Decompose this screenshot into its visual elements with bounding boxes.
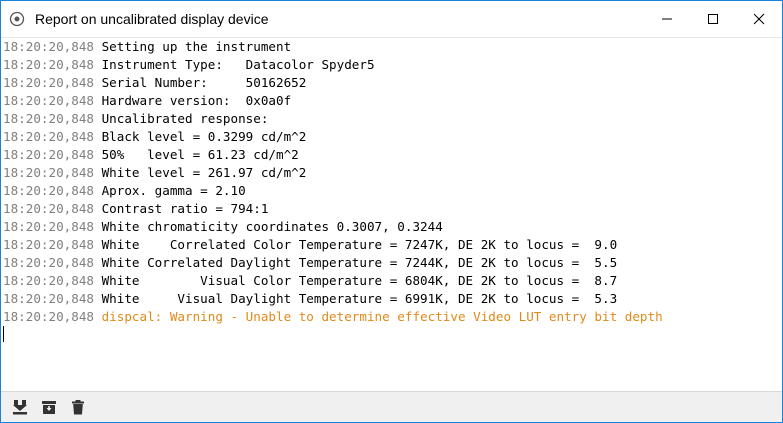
log-timestamp: 18:20:20,848 bbox=[3, 165, 94, 180]
log-message: Serial Number: 50162652 bbox=[101, 75, 307, 90]
log-line: 18:20:20,848 50% level = 61.23 cd/m^2 bbox=[3, 146, 782, 164]
log-timestamp: 18:20:20,848 bbox=[3, 255, 94, 270]
log-message: White level = 261.97 cd/m^2 bbox=[101, 165, 307, 180]
log-timestamp: 18:20:20,848 bbox=[3, 93, 94, 108]
log-timestamp: 18:20:20,848 bbox=[3, 129, 94, 144]
app-icon bbox=[9, 11, 25, 27]
log-line: 18:20:20,848 Hardware version: 0x0a0f bbox=[3, 92, 782, 110]
log-message: Aprox. gamma = 2.10 bbox=[101, 183, 246, 198]
log-output[interactable]: 18:20:20,848 Setting up the instrument 18… bbox=[1, 38, 782, 391]
minimize-button[interactable] bbox=[644, 1, 690, 37]
close-icon bbox=[753, 13, 765, 25]
log-message: White Visual Daylight Temperature = 6991… bbox=[101, 291, 618, 306]
log-message: White chromaticity coordinates 0.3007, 0… bbox=[101, 219, 443, 234]
report-window: Report on uncalibrated display device 18… bbox=[0, 0, 783, 423]
log-timestamp: 18:20:20,848 bbox=[3, 75, 94, 90]
log-message: White Correlated Color Temperature = 724… bbox=[101, 237, 618, 252]
log-timestamp: 18:20:20,848 bbox=[3, 237, 94, 252]
log-line: 18:20:20,848 dispcal: Warning - Unable t… bbox=[3, 308, 782, 326]
log-timestamp: 18:20:20,848 bbox=[3, 183, 94, 198]
log-timestamp: 18:20:20,848 bbox=[3, 111, 94, 126]
log-line: 18:20:20,848 White Correlated Daylight T… bbox=[3, 254, 782, 272]
window-title: Report on uncalibrated display device bbox=[35, 11, 269, 27]
log-line: 18:20:20,848 White Visual Daylight Tempe… bbox=[3, 290, 782, 308]
log-line: 18:20:20,848 Aprox. gamma = 2.10 bbox=[3, 182, 782, 200]
log-line: 18:20:20,848 White Visual Color Temperat… bbox=[3, 272, 782, 290]
text-caret bbox=[3, 326, 4, 342]
log-timestamp: 18:20:20,848 bbox=[3, 273, 94, 288]
log-line: 18:20:20,848 Contrast ratio = 794:1 bbox=[3, 200, 782, 218]
log-warning-text: dispcal: Warning - Unable to determine e… bbox=[101, 309, 663, 324]
delete-button[interactable] bbox=[65, 395, 91, 419]
log-line: 18:20:20,848 Black level = 0.3299 cd/m^2 bbox=[3, 128, 782, 146]
log-message: Instrument Type: Datacolor Spyder5 bbox=[101, 57, 375, 72]
log-message: Contrast ratio = 794:1 bbox=[101, 201, 269, 216]
log-message: Black level = 0.3299 cd/m^2 bbox=[101, 129, 307, 144]
log-message: 50% level = 61.23 cd/m^2 bbox=[101, 147, 299, 162]
log-line: 18:20:20,848 Instrument Type: Datacolor … bbox=[3, 56, 782, 74]
log-message: Hardware version: 0x0a0f bbox=[101, 93, 292, 108]
log-timestamp: 18:20:20,848 bbox=[3, 201, 94, 216]
title-bar[interactable]: Report on uncalibrated display device bbox=[1, 1, 782, 38]
log-message: White Correlated Daylight Temperature = … bbox=[101, 255, 618, 270]
log-line: 18:20:20,848 White level = 261.97 cd/m^2 bbox=[3, 164, 782, 182]
archive-icon bbox=[42, 401, 56, 414]
log-timestamp: 18:20:20,848 bbox=[3, 57, 94, 72]
log-timestamp: 18:20:20,848 bbox=[3, 39, 94, 54]
log-line: 18:20:20,848 Uncalibrated response: bbox=[3, 110, 782, 128]
close-button[interactable] bbox=[736, 1, 782, 37]
log-message: Uncalibrated response: bbox=[101, 111, 269, 126]
trash-icon bbox=[72, 400, 84, 415]
archive-button[interactable] bbox=[36, 395, 62, 419]
maximize-icon bbox=[708, 14, 718, 24]
log-timestamp: 18:20:20,848 bbox=[3, 291, 94, 306]
log-timestamp: 18:20:20,848 bbox=[3, 219, 94, 234]
log-timestamp: 18:20:20,848 bbox=[3, 147, 94, 162]
minimize-icon bbox=[662, 18, 672, 20]
maximize-button[interactable] bbox=[690, 1, 736, 37]
log-message: White Visual Color Temperature = 6804K, … bbox=[101, 273, 618, 288]
log-line: 18:20:20,848 White Correlated Color Temp… bbox=[3, 236, 782, 254]
bottom-toolbar bbox=[1, 391, 782, 422]
log-timestamp: 18:20:20,848 bbox=[3, 309, 94, 324]
log-line: 18:20:20,848 Setting up the instrument bbox=[3, 38, 782, 56]
log-line: 18:20:20,848 White chromaticity coordina… bbox=[3, 218, 782, 236]
save-button[interactable] bbox=[7, 395, 33, 419]
log-line: 18:20:20,848 Serial Number: 50162652 bbox=[3, 74, 782, 92]
save-icon bbox=[13, 400, 27, 415]
log-message: Setting up the instrument bbox=[101, 39, 292, 54]
